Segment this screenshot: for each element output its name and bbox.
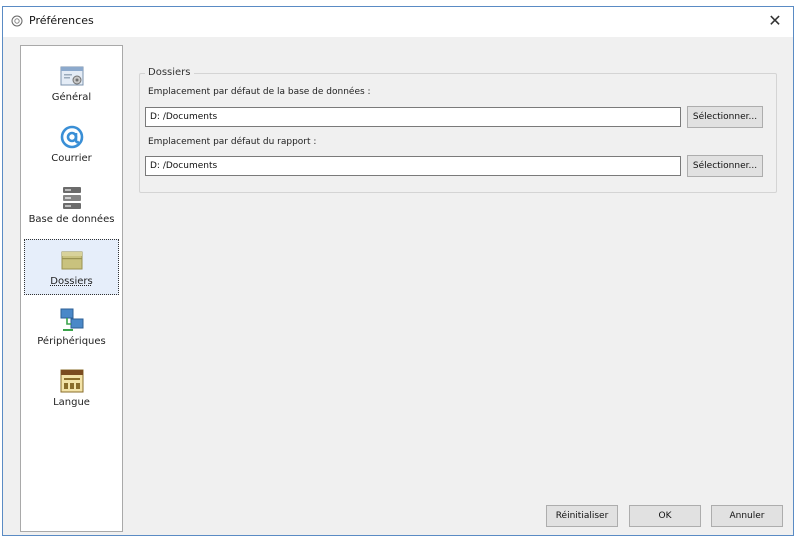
at-sign-icon [60, 125, 83, 149]
database-location-label: Emplacement par défaut de la base de don… [148, 87, 371, 97]
sidebar-item-courrier[interactable]: Courrier [24, 117, 119, 173]
sidebar-item-label: Dossiers [50, 276, 93, 287]
reset-button[interactable]: Réinitialiser [546, 505, 618, 527]
language-icon [60, 369, 83, 393]
database-location-input[interactable] [145, 107, 681, 127]
database-icon [62, 187, 81, 209]
sidebar-item-language[interactable]: Langue [24, 361, 119, 417]
sidebar-item-label: Base de données [28, 214, 115, 225]
app-icon [11, 15, 23, 27]
sidebar-item-devices[interactable]: Périphériques [24, 300, 119, 356]
select-database-location-button[interactable]: Sélectionner... [687, 106, 763, 128]
window-title: Préférences [29, 14, 94, 27]
report-location-label: Emplacement par défaut du rapport : [148, 137, 317, 147]
close-icon: ✕ [768, 11, 782, 30]
preferences-window: Préférences ✕ Général Courrier Base de d… [2, 6, 794, 536]
title-bar: Préférences ✕ [3, 7, 793, 37]
sidebar-item-label: Général [51, 92, 92, 103]
sidebar-item-database[interactable]: Base de données [24, 178, 119, 234]
folder-icon [61, 251, 82, 270]
folders-group-title: Dossiers [145, 67, 194, 78]
ok-button[interactable]: OK [629, 505, 701, 527]
sidebar-item-label: Courrier [51, 153, 92, 164]
cancel-button[interactable]: Annuler [711, 505, 783, 527]
close-button[interactable]: ✕ [765, 11, 785, 31]
report-location-input[interactable] [145, 156, 681, 176]
devices-icon [60, 308, 83, 331]
sidebar-item-label: Langue [53, 397, 90, 408]
sidebar-item-label: Périphériques [37, 336, 106, 347]
sidebar-item-folders[interactable]: Dossiers [24, 239, 119, 295]
general-settings-icon [60, 66, 83, 86]
category-sidebar: Général Courrier Base de données Dossier… [20, 45, 123, 532]
select-report-location-button[interactable]: Sélectionner... [687, 155, 763, 177]
sidebar-item-general[interactable]: Général [24, 56, 119, 112]
